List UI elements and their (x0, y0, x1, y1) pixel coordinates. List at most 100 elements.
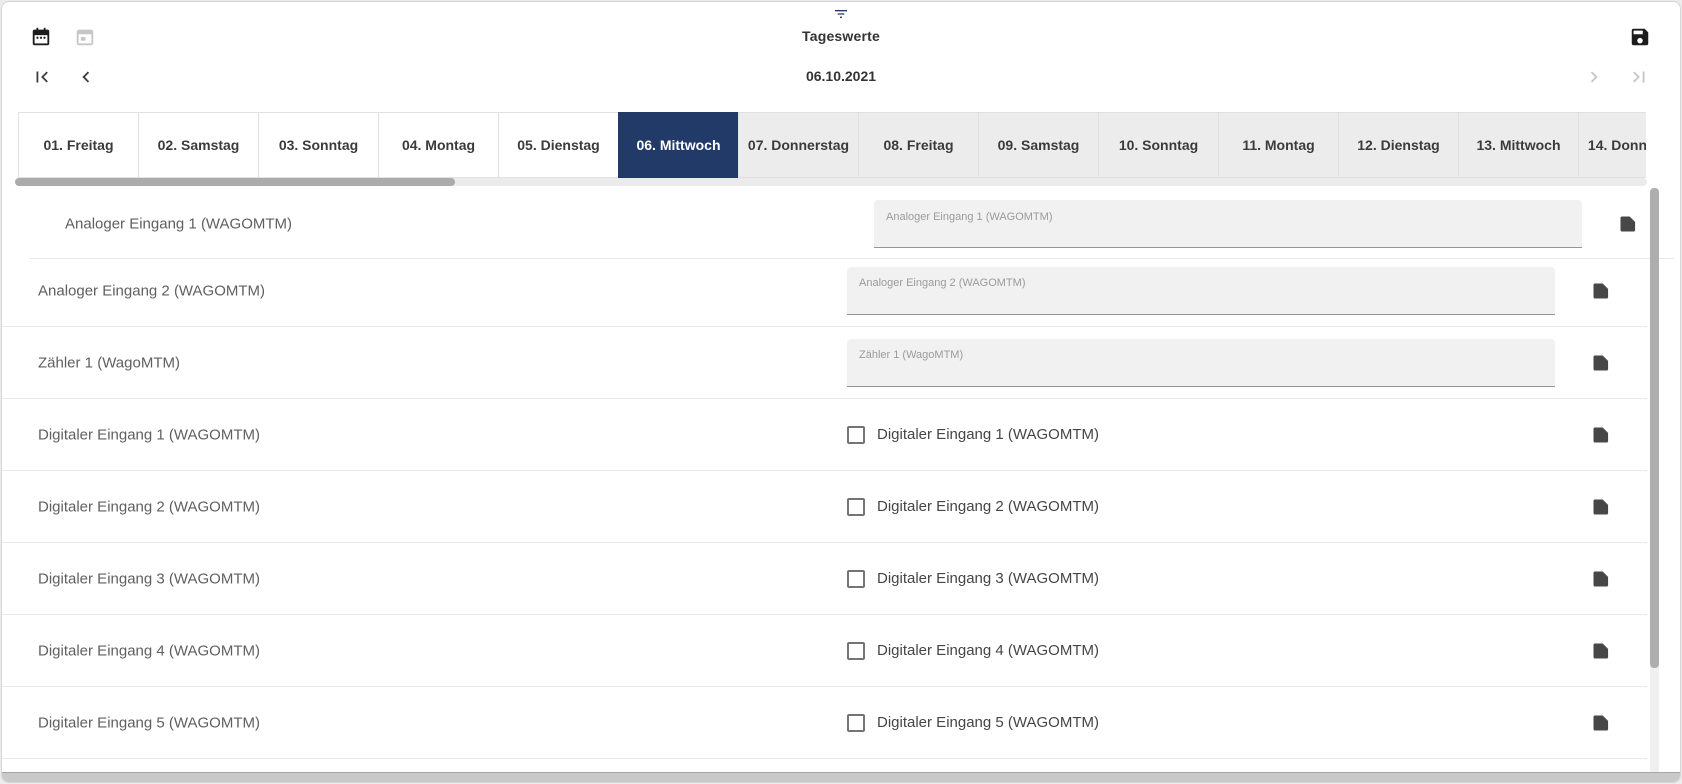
tab-label: 06. Mittwoch (636, 137, 720, 153)
table-row: Analoger Eingang 2 (WAGOMTM) (2, 255, 1647, 327)
last-day-button[interactable] (1626, 64, 1652, 90)
first-day-button[interactable] (29, 64, 55, 90)
tab-label: 01. Freitag (43, 137, 113, 153)
tab-day-07[interactable]: 07. Donnerstag (738, 112, 859, 178)
tab-day-05[interactable]: 05. Dienstag (498, 112, 619, 178)
tab-label: 11. Montag (1242, 137, 1314, 153)
tab-label: 14. Donnerstag (1588, 137, 1646, 153)
note-copy-icon (1591, 641, 1611, 661)
tab-day-06-selected[interactable]: 06. Mittwoch (618, 112, 739, 178)
save-button[interactable] (1627, 24, 1653, 50)
calendar-month-button[interactable] (28, 24, 54, 50)
save-icon (1629, 26, 1651, 48)
note-copy-icon (1591, 713, 1611, 733)
tab-day-02[interactable]: 02. Samstag (138, 112, 259, 178)
tab-label: 08. Freitag (883, 137, 953, 153)
chevron-left-icon (75, 66, 97, 88)
checkbox-label: Digitaler Eingang 1 (WAGOMTM) (877, 426, 1099, 443)
tab-label: 09. Samstag (998, 137, 1080, 153)
tab-day-13[interactable]: 13. Mittwoch (1458, 112, 1579, 178)
digital-input-2-checkbox[interactable] (847, 498, 865, 516)
note-copy-icon (1591, 281, 1611, 301)
first-page-icon (31, 66, 53, 88)
date-navigation-row: 06.10.2021 (2, 60, 1680, 98)
tab-day-04[interactable]: 04. Montag (378, 112, 499, 178)
checkbox-label: Digitaler Eingang 4 (WAGOMTM) (877, 642, 1099, 659)
copy-note-button[interactable] (1588, 422, 1614, 448)
table-row: Digitaler Eingang 2 (WAGOMTM) Digitaler … (2, 471, 1647, 543)
tab-label: 12. Dienstag (1357, 137, 1439, 153)
tab-day-14[interactable]: 14. Donnerstag (1578, 112, 1646, 178)
tab-label: 10. Sonntag (1119, 137, 1198, 153)
row-label: Digitaler Eingang 1 (WAGOMTM) (38, 426, 260, 443)
vertical-scrollbar[interactable] (1650, 188, 1659, 774)
copy-note-button[interactable] (1588, 278, 1614, 304)
note-copy-icon (1591, 497, 1611, 517)
chevron-right-icon (1583, 66, 1605, 88)
note-copy-icon (1591, 569, 1611, 589)
digital-input-3-checkbox[interactable] (847, 570, 865, 588)
current-date: 06.10.2021 (806, 68, 876, 84)
horizontal-scrollbar-thumb[interactable] (15, 178, 455, 186)
value-rows: Analoger Eingang 1 (WAGOMTM) Analoger Ei… (2, 186, 1647, 759)
tab-label: 02. Samstag (158, 137, 240, 153)
digital-input-4-checkbox[interactable] (847, 642, 865, 660)
calendar-month-icon (30, 26, 52, 48)
row-label: Digitaler Eingang 2 (WAGOMTM) (38, 498, 260, 515)
copy-note-button[interactable] (1588, 494, 1614, 520)
table-row: Analoger Eingang 1 (WAGOMTM) (29, 190, 1674, 259)
page-title-block: Tageswerte (802, 6, 880, 44)
table-row: Digitaler Eingang 4 (WAGOMTM) Digitaler … (2, 615, 1647, 687)
filter-list-icon[interactable] (831, 6, 851, 22)
tab-day-01[interactable]: 01. Freitag (18, 112, 139, 178)
bottom-horizontal-scrollbar[interactable] (2, 772, 1680, 782)
analog-input-2-field[interactable] (847, 267, 1555, 315)
row-label: Digitaler Eingang 4 (WAGOMTM) (38, 642, 260, 659)
previous-day-button[interactable] (73, 64, 99, 90)
tab-day-11[interactable]: 11. Montag (1218, 112, 1339, 178)
last-page-icon (1628, 66, 1650, 88)
next-day-button[interactable] (1581, 64, 1607, 90)
tab-label: 04. Montag (402, 137, 475, 153)
tab-label: 05. Dienstag (517, 137, 599, 153)
table-row: Zähler 1 (WagoMTM) (2, 327, 1647, 399)
note-copy-icon (1618, 214, 1638, 234)
copy-note-button[interactable] (1615, 211, 1641, 237)
copy-note-button[interactable] (1588, 710, 1614, 736)
row-label: Digitaler Eingang 5 (WAGOMTM) (38, 714, 260, 731)
copy-note-button[interactable] (1588, 638, 1614, 664)
copy-note-button[interactable] (1588, 566, 1614, 592)
table-row: Digitaler Eingang 5 (WAGOMTM) Digitaler … (2, 687, 1647, 759)
tab-day-08[interactable]: 08. Freitag (858, 112, 979, 178)
checkbox-label: Digitaler Eingang 5 (WAGOMTM) (877, 714, 1099, 731)
table-row: Digitaler Eingang 1 (WAGOMTM) Digitaler … (2, 399, 1647, 471)
calendar-today-icon (74, 26, 96, 48)
checkbox-label: Digitaler Eingang 2 (WAGOMTM) (877, 498, 1099, 515)
tab-day-12[interactable]: 12. Dienstag (1338, 112, 1459, 178)
tab-label: 03. Sonntag (279, 137, 358, 153)
vertical-scrollbar-thumb[interactable] (1650, 188, 1659, 668)
checkbox-label: Digitaler Eingang 3 (WAGOMTM) (877, 570, 1099, 587)
tab-label: 07. Donnerstag (748, 137, 849, 153)
row-label: Analoger Eingang 1 (WAGOMTM) (65, 216, 292, 233)
digital-input-5-checkbox[interactable] (847, 714, 865, 732)
note-copy-icon (1591, 353, 1611, 373)
digital-input-1-checkbox[interactable] (847, 426, 865, 444)
copy-note-button[interactable] (1588, 350, 1614, 376)
calendar-today-button[interactable] (72, 24, 98, 50)
tab-label: 13. Mittwoch (1476, 137, 1560, 153)
tab-strip-horizontal-scrollbar[interactable] (15, 178, 1647, 186)
note-copy-icon (1591, 425, 1611, 445)
tab-day-03[interactable]: 03. Sonntag (258, 112, 379, 178)
page-title: Tageswerte (802, 28, 880, 44)
row-label: Zähler 1 (WagoMTM) (38, 354, 180, 371)
row-label: Analoger Eingang 2 (WAGOMTM) (38, 282, 265, 299)
top-bar: Tageswerte (2, 2, 1680, 60)
tab-day-10[interactable]: 10. Sonntag (1098, 112, 1219, 178)
row-label: Digitaler Eingang 3 (WAGOMTM) (38, 570, 260, 587)
tab-day-09[interactable]: 09. Samstag (978, 112, 1099, 178)
counter-1-field[interactable] (847, 339, 1555, 387)
day-tab-strip: 01. Freitag 02. Samstag 03. Sonntag 04. … (18, 112, 1646, 178)
analog-input-1-field[interactable] (874, 200, 1582, 248)
table-row: Digitaler Eingang 3 (WAGOMTM) Digitaler … (2, 543, 1647, 615)
